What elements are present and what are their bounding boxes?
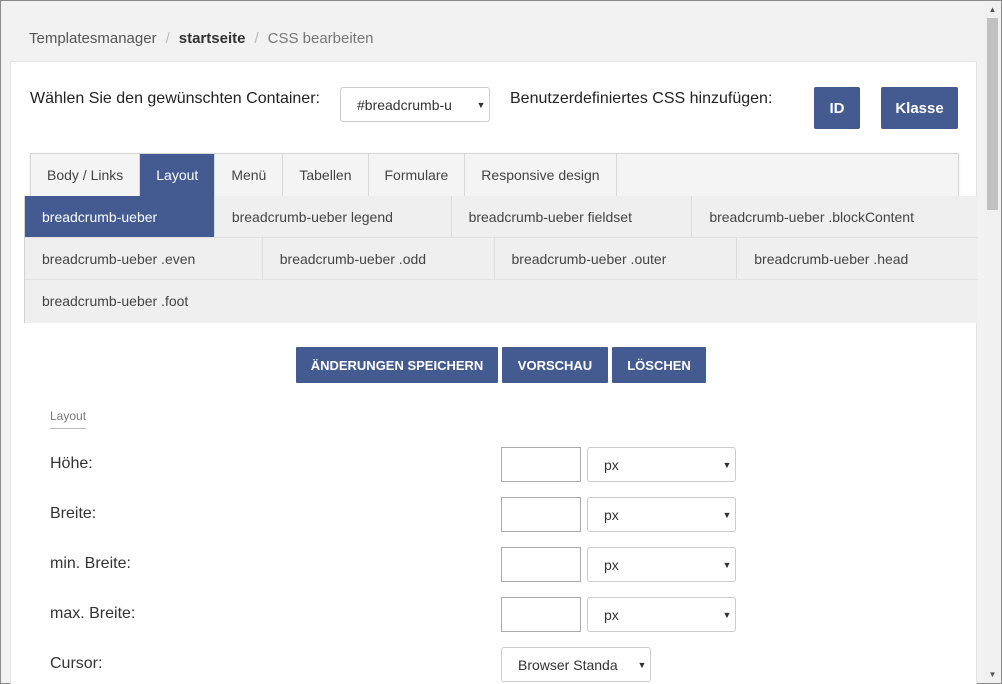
tab-layout[interactable]: Layout (140, 154, 216, 196)
min-width-unit-select[interactable]: px ▼ (587, 547, 736, 582)
cursor-label: Cursor: (50, 655, 103, 672)
height-unit-select[interactable]: px ▼ (587, 447, 736, 482)
delete-button[interactable]: LÖSCHEN (612, 347, 706, 383)
height-unit-value: px (604, 456, 619, 473)
form-row-width: Breite: px ▼ (50, 497, 750, 533)
max-width-input[interactable] (501, 597, 581, 632)
subtab-legend[interactable]: breadcrumb-ueber legend (215, 196, 452, 237)
add-class-button[interactable]: Klasse (881, 87, 958, 129)
tab-body-links[interactable]: Body / Links (31, 154, 141, 196)
subtab-outer[interactable]: breadcrumb-ueber .outer (495, 238, 738, 279)
subtab-row: breadcrumb-ueber .even breadcrumb-ueber … (25, 238, 978, 280)
custom-css-label: Benutzerdefiniertes CSS hinzufügen: (510, 90, 773, 107)
scroll-thumb[interactable] (987, 18, 998, 210)
caret-down-icon: ▼ (722, 509, 732, 520)
tab-menu[interactable]: Menü (215, 154, 284, 196)
vertical-scrollbar[interactable]: ▲ ▼ (984, 1, 1001, 683)
min-width-unit-value: px (604, 556, 619, 573)
subtab-row: breadcrumb-ueber .foot (25, 280, 978, 322)
breadcrumb-separator: / (165, 30, 170, 47)
max-width-unit-value: px (604, 606, 619, 623)
width-input[interactable] (501, 497, 581, 532)
caret-down-icon: ▼ (722, 609, 732, 620)
width-unit-select[interactable]: px ▼ (587, 497, 736, 532)
form-row-height: Höhe: px ▼ (50, 447, 750, 483)
form-row-min-width: min. Breite: px ▼ (50, 547, 750, 583)
preview-button[interactable]: VORSCHAU (502, 347, 608, 383)
cursor-select-value: Browser Standa (518, 656, 618, 673)
caret-down-icon: ▼ (722, 459, 732, 470)
caret-down-icon: ▼ (637, 659, 647, 670)
container-select[interactable]: #breadcrumb-u ▼ (340, 87, 490, 122)
subtab-breadcrumb-ueber[interactable]: breadcrumb-ueber (25, 196, 215, 237)
scroll-down-arrow-icon[interactable]: ▼ (984, 666, 1001, 683)
breadcrumb-current: CSS bearbeiten (267, 30, 374, 47)
breadcrumb-link-startseite[interactable]: startseite (179, 30, 246, 47)
element-subtabs: breadcrumb-ueber breadcrumb-ueber legend… (24, 196, 978, 323)
tab-formulare[interactable]: Formulare (369, 154, 466, 196)
height-label: Höhe: (50, 455, 93, 472)
min-width-label: min. Breite: (50, 555, 131, 572)
min-width-input[interactable] (501, 547, 581, 582)
breadcrumb-link-templatesmanager[interactable]: Templatesmanager (29, 30, 157, 47)
form-row-cursor: Cursor: Browser Standa ▼ (50, 647, 750, 683)
add-id-button[interactable]: ID (814, 87, 860, 129)
form-row-max-width: max. Breite: px ▼ (50, 597, 750, 633)
action-buttons: ÄNDERUNGEN SPEICHERN VORSCHAU LÖSCHEN (296, 347, 706, 383)
main-tabs: Body / Links Layout Menü Tabellen Formul… (30, 153, 959, 196)
max-width-unit-select[interactable]: px ▼ (587, 597, 736, 632)
width-unit-value: px (604, 506, 619, 523)
scroll-up-arrow-icon[interactable]: ▲ (984, 1, 1001, 18)
width-label: Breite: (50, 505, 97, 522)
subtab-row: breadcrumb-ueber breadcrumb-ueber legend… (25, 196, 978, 238)
subtab-head[interactable]: breadcrumb-ueber .head (737, 238, 978, 279)
tab-responsive-design[interactable]: Responsive design (465, 154, 617, 196)
tab-tabellen[interactable]: Tabellen (283, 154, 369, 196)
container-label: Wählen Sie den gewünschten Container: (30, 90, 320, 107)
section-title: Layout (50, 409, 87, 429)
subtab-even[interactable]: breadcrumb-ueber .even (25, 238, 263, 279)
subtab-fieldset[interactable]: breadcrumb-ueber fieldset (452, 196, 693, 237)
main-panel: Wählen Sie den gewünschten Container: #b… (10, 61, 978, 684)
subtab-foot[interactable]: breadcrumb-ueber .foot (25, 280, 215, 322)
caret-down-icon: ▼ (722, 559, 732, 570)
max-width-label: max. Breite: (50, 605, 136, 622)
subtab-blockcontent[interactable]: breadcrumb-ueber .blockContent (692, 196, 978, 237)
breadcrumb-separator: / (254, 30, 259, 47)
container-select-value: #breadcrumb-u (357, 96, 452, 113)
breadcrumb: Templatesmanager / startseite / CSS bear… (29, 30, 374, 47)
subtab-odd[interactable]: breadcrumb-ueber .odd (263, 238, 495, 279)
height-input[interactable] (501, 447, 581, 482)
caret-down-icon: ▼ (476, 99, 486, 110)
container-row: Wählen Sie den gewünschten Container: #b… (30, 87, 970, 129)
cursor-select[interactable]: Browser Standa ▼ (501, 647, 651, 682)
save-changes-button[interactable]: ÄNDERUNGEN SPEICHERN (296, 347, 498, 383)
